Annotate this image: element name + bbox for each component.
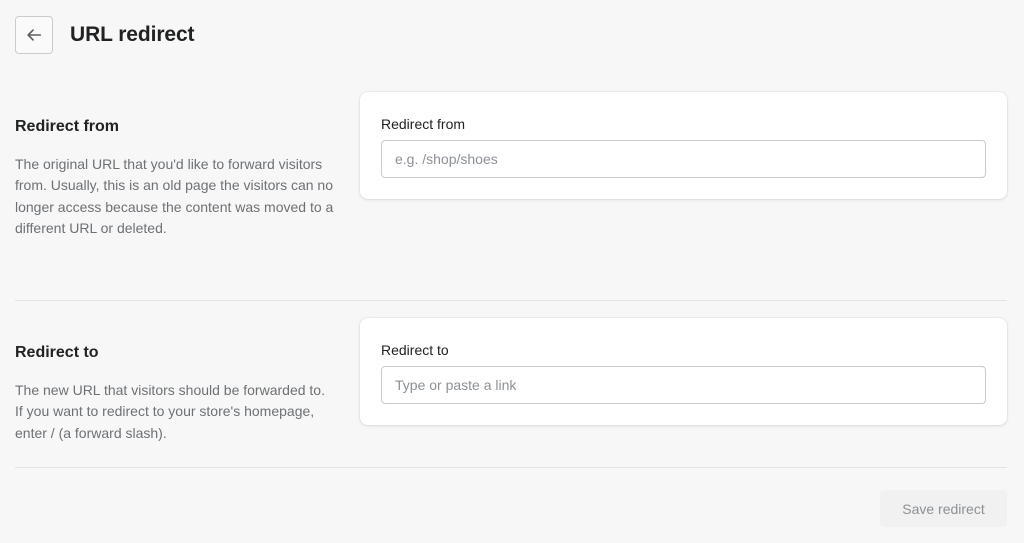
arrow-left-icon [27,29,42,41]
redirect-to-input[interactable] [381,366,986,404]
redirect-to-label: Redirect to [381,342,449,358]
redirect-from-heading: Redirect from [15,118,120,135]
page-header: URL redirect [15,16,195,54]
page-title: URL redirect [70,23,195,46]
redirect-to-heading: Redirect to [15,344,99,361]
back-button[interactable] [15,16,53,54]
save-redirect-button[interactable]: Save redirect [880,490,1007,527]
redirect-to-annotation: Redirect to The new URL that visitors sh… [15,344,335,444]
url-redirect-page: URL redirect Redirect from The original … [0,0,1024,543]
redirect-from-label: Redirect from [381,116,466,132]
redirect-from-description: The original URL that you'd like to forw… [15,156,334,237]
redirect-to-description: The new URL that visitors should be forw… [15,382,325,441]
redirect-from-input[interactable] [381,140,986,178]
redirect-from-card: Redirect from [360,92,1007,199]
redirect-to-card: Redirect to [360,318,1007,425]
redirect-from-annotation: Redirect from The original URL that you'… [15,118,335,240]
section-divider [15,300,1007,301]
section-divider [15,467,1007,468]
